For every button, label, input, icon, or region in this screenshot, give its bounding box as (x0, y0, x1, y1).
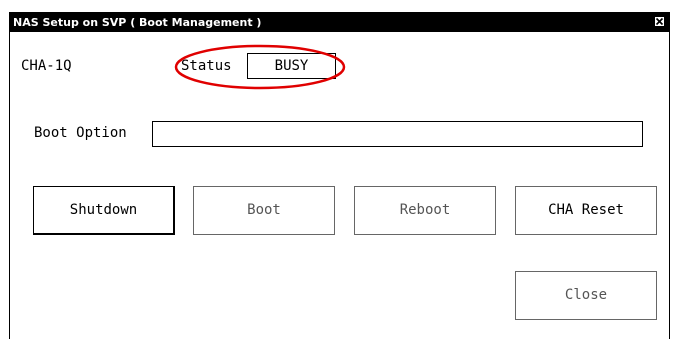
window-title: NAS Setup on SVP ( Boot Management ) (13, 16, 262, 29)
close-button-label: Close (564, 287, 608, 303)
reboot-button-label: Reboot (399, 202, 451, 218)
cha-reset-button[interactable]: CHA Reset (515, 186, 657, 235)
reboot-button[interactable]: Reboot (354, 186, 496, 235)
boot-button-label: Boot (247, 202, 281, 218)
shutdown-button-label: Shutdown (69, 202, 138, 218)
close-icon[interactable] (654, 16, 665, 27)
boot-option-label: Boot Option (34, 125, 127, 141)
boot-option-input[interactable] (152, 121, 643, 147)
boot-management-window: NAS Setup on SVP ( Boot Management ) CHA… (9, 12, 670, 339)
cha-name-label: CHA-1Q (21, 58, 72, 74)
shutdown-button[interactable]: Shutdown (33, 186, 175, 235)
cha-reset-button-label: CHA Reset (548, 202, 624, 218)
boot-button[interactable]: Boot (193, 186, 335, 235)
close-button[interactable]: Close (515, 271, 657, 320)
highlight-ring (174, 44, 346, 90)
title-bar[interactable]: NAS Setup on SVP ( Boot Management ) (10, 13, 669, 32)
